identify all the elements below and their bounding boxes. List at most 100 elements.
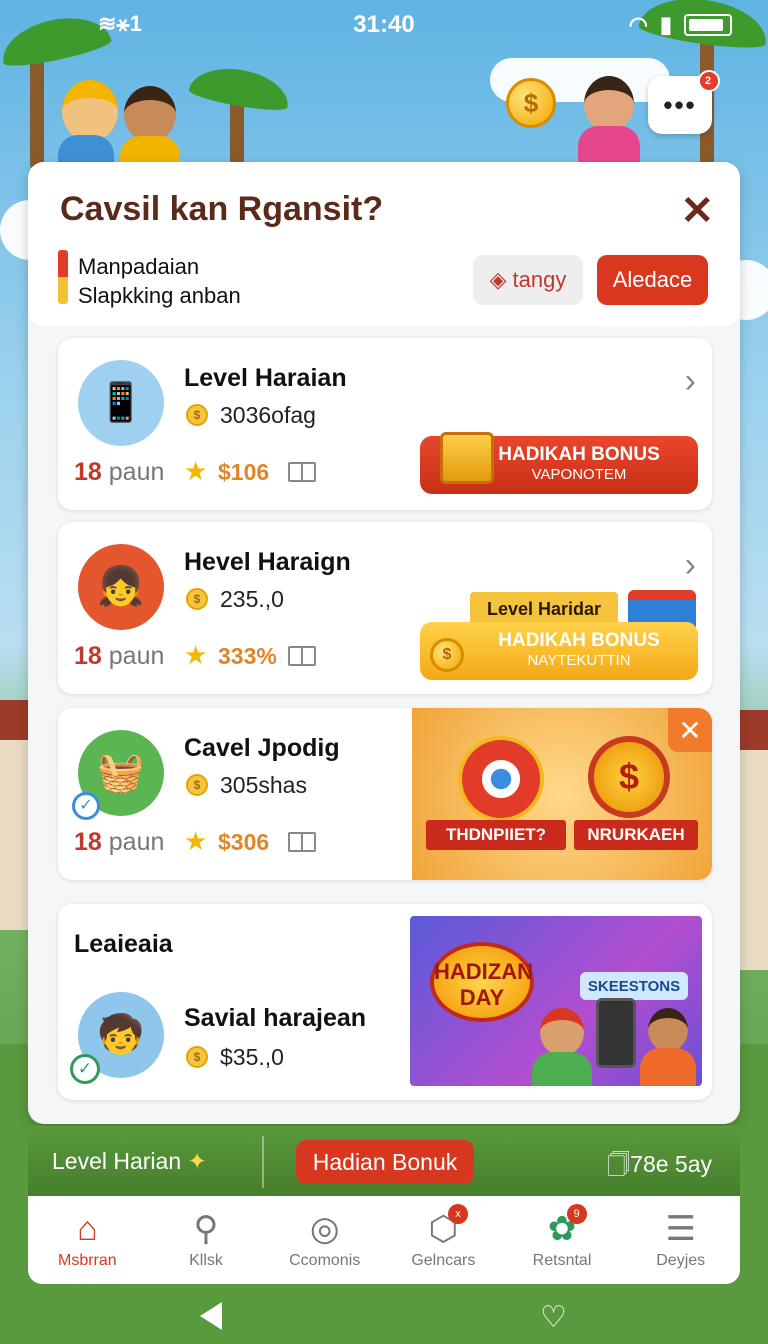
points-value: 18	[74, 828, 102, 856]
divider	[262, 1136, 264, 1188]
tab-list[interactable]: ☰ Deyjes	[621, 1196, 740, 1284]
card-title: Cavel Jpodig	[184, 734, 340, 762]
tab-label: Ccomonis	[289, 1252, 361, 1269]
points-label: 18 paun	[74, 642, 164, 671]
coin-icon: $	[186, 404, 208, 426]
card-value: 3036ofag	[220, 402, 316, 428]
bottom-tab-bar: ⌂ Msbrran ⚲ Kllsk ◎ Ccomonis ⬡ x Gelncar…	[28, 1196, 740, 1284]
points-value: 18	[74, 458, 102, 486]
badge-icon: ✿	[547, 1210, 577, 1248]
girl-avatar: 👧	[78, 544, 164, 630]
chevron-right-icon[interactable]: ›	[685, 546, 696, 585]
level-card[interactable]: 👧 Hevel Haraign $ 235.,0 18 paun ★ 333% …	[58, 522, 712, 694]
dialog-header: Cavsil kan Rgansit? ✕ Manpadaian Slapkki…	[28, 162, 740, 326]
star-icon: ★	[184, 826, 208, 856]
card-price: $306	[218, 829, 270, 855]
strip-level-text: Level Harian	[52, 1148, 182, 1174]
level-card[interactable]: 📱 Level Haraian $ 3036ofag 18 paun ★ $10…	[58, 338, 712, 510]
main-panel: Cavsil kan Rgansit? ✕ Manpadaian Slapkki…	[28, 162, 740, 1124]
book-icon	[288, 462, 316, 482]
battery-icon	[684, 14, 732, 36]
points-value: 18	[74, 642, 102, 670]
status-bar: ≋⚹1 31:40 ◠ ▮	[0, 0, 768, 48]
power-icon: ◎	[309, 1210, 340, 1248]
subtitle-line: Manpadaian	[78, 254, 200, 279]
tab-home[interactable]: ⌂ Msbrran	[28, 1196, 147, 1284]
list-icon: ☰	[665, 1210, 696, 1248]
dialog-subtitle: Manpadaian Slapkking anban	[78, 252, 241, 310]
check-icon: ✓	[72, 792, 100, 820]
tab-box[interactable]: ⬡ x Gelncars	[384, 1196, 503, 1284]
ribbon-label: NRURKAEH	[574, 820, 698, 850]
points-unit: paun	[108, 828, 165, 856]
sparkle-icon: ✦	[187, 1148, 207, 1174]
phone-coins-icon: 📱	[78, 360, 164, 446]
home-icon[interactable]: ♡	[540, 1300, 567, 1335]
status-icons: ◠ ▮	[629, 12, 732, 38]
star-icon: ★	[184, 640, 208, 670]
strip-timer: 🗍78e 5ay	[607, 1151, 712, 1177]
close-icon[interactable]: ✕	[680, 188, 714, 234]
tangy-button[interactable]: ◈ tangy	[473, 255, 583, 305]
house	[740, 740, 768, 970]
kid-character	[62, 80, 118, 142]
flag-icon	[58, 250, 68, 304]
hadizan-day-banner[interactable]: HADIZAN DAY SKEESTONS	[410, 916, 702, 1086]
tab-label: Kllsk	[189, 1252, 223, 1269]
tab-label: Msbrran	[57, 1252, 117, 1269]
phone-icon	[596, 998, 636, 1068]
boy-character	[540, 1008, 584, 1056]
aledace-button[interactable]: Aledace	[597, 255, 708, 305]
box-icon: ⬡	[428, 1210, 459, 1248]
girl-waving-shirt	[578, 126, 640, 162]
tab-rewards[interactable]: ✿ 9 Retsntal	[503, 1196, 622, 1284]
card-title: Level Haraian	[184, 364, 347, 392]
back-icon[interactable]	[200, 1302, 222, 1330]
tab-label: Deyjes	[656, 1252, 706, 1269]
tangy-button-label: tangy	[512, 267, 567, 292]
dollar-coin-icon: $	[588, 736, 670, 818]
more-options-button[interactable]: ••• 2	[648, 70, 720, 134]
close-icon[interactable]: ✕	[668, 708, 712, 752]
promo-banner[interactable]: $ THDNPIIET? NRURKAEH ✕	[412, 708, 712, 880]
signal-icon: ▮	[659, 12, 672, 37]
card-value: 235.,0	[220, 586, 284, 612]
tab-badge: x	[448, 1204, 469, 1224]
card-value: $35.,0	[220, 1044, 284, 1070]
kid-shirt	[58, 135, 114, 163]
day-badge-line: HADIZAN	[434, 959, 533, 984]
roof	[736, 710, 768, 750]
book-icon	[288, 832, 316, 852]
points-unit: paun	[108, 458, 165, 486]
coin-icon: $	[430, 638, 464, 672]
hadian-bonuk-button[interactable]: Hadian Bonuk	[296, 1140, 474, 1184]
boy-shirt	[532, 1052, 592, 1086]
notification-badge: 2	[698, 70, 720, 92]
promo-card[interactable]: Leaieaia 🧒 ✓ Savial harajean $ $35.,0 HA…	[58, 904, 712, 1100]
points-unit: paun	[108, 642, 165, 670]
girl-shirt	[120, 136, 180, 164]
tab-label: Gelncars	[411, 1252, 476, 1269]
boy-shirt	[640, 1048, 696, 1086]
tab-power[interactable]: ◎ Ccomonis	[265, 1196, 384, 1284]
gold-coin-icon: $	[506, 78, 556, 128]
book-icon	[288, 646, 316, 666]
coin-icon: $	[186, 588, 208, 610]
strip-level-label: Level Harian ✦	[52, 1148, 207, 1175]
house-icon: ⌂	[77, 1210, 98, 1248]
coin-icon: $	[186, 1046, 208, 1068]
coin-icon: $	[186, 774, 208, 796]
tab-search[interactable]: ⚲ Kllsk	[147, 1196, 266, 1284]
target-icon	[458, 736, 544, 822]
gift-basket-icon	[440, 432, 494, 484]
girl-waving-character	[584, 76, 634, 132]
points-label: 18 paun	[74, 828, 164, 857]
tab-label: Retsntal	[532, 1252, 592, 1269]
level-card[interactable]: 🧺 ✓ Cavel Jpodig $ 305shas 18 paun ★ $30…	[58, 708, 712, 880]
promo-tag: SKEESTONS	[580, 972, 688, 1000]
bottom-info-strip: Level Harian ✦ Hadian Bonuk 🗍78e 5ay	[28, 1126, 740, 1198]
ribbon-label: THDNPIIET?	[426, 820, 566, 850]
chevron-right-icon[interactable]: ›	[685, 362, 696, 401]
girl-character	[124, 86, 176, 142]
section-title: Leaieaia	[74, 930, 173, 958]
